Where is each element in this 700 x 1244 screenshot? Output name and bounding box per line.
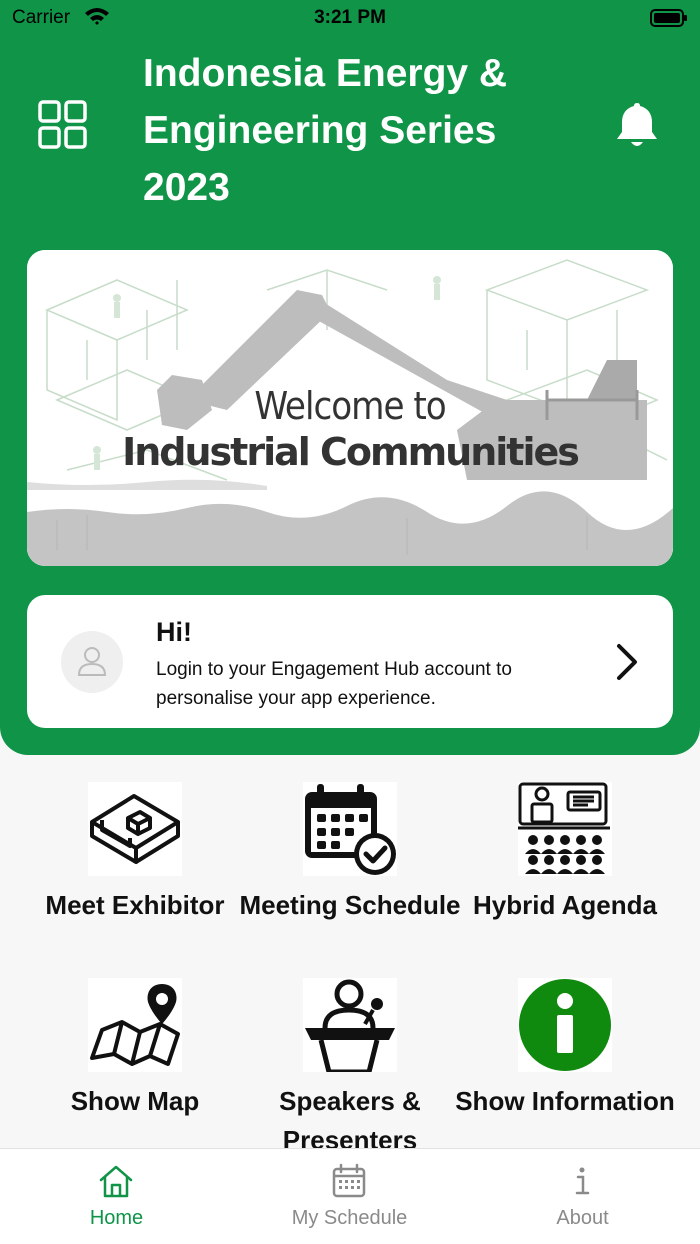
tab-my-schedule[interactable]: My Schedule: [233, 1149, 466, 1244]
meet-exhibitor-label: Meet Exhibitor: [45, 890, 225, 920]
tab-about[interactable]: About: [466, 1149, 699, 1244]
battery-icon: [650, 8, 688, 34]
map-pin-icon: [88, 978, 182, 1072]
chevron-right-icon[interactable]: [615, 642, 641, 687]
show-information-label: Show Information: [455, 1086, 675, 1116]
login-message: Login to your Engagement Hub account to …: [156, 659, 512, 709]
show-map-label: Show Map: [70, 1086, 200, 1116]
hybrid-agenda-label: Hybrid Agenda: [473, 890, 657, 920]
app-title: Indonesia Energy & Engineering Series 20…: [143, 52, 508, 209]
info-i-icon: [564, 1163, 600, 1204]
notification-bell-icon[interactable]: [614, 100, 660, 155]
avatar: [61, 631, 123, 693]
user-icon: [77, 647, 107, 676]
info-icon: [518, 978, 612, 1072]
tab-bar: Home My Schedule About: [0, 1148, 700, 1244]
meeting-schedule-label: Meeting Schedule: [239, 890, 461, 920]
login-card[interactable]: Hi! Login to your Engagement Hub account…: [27, 595, 673, 728]
banner-welcome-text: Welcome to: [254, 384, 446, 428]
home-icon: [98, 1163, 134, 1204]
clock: 3:21 PM: [314, 7, 386, 28]
booth-icon: [88, 782, 182, 876]
speaker-podium-icon: [303, 978, 397, 1072]
tab-about-label: About: [556, 1207, 609, 1229]
presentation-audience-icon: [518, 782, 612, 876]
grid-menu-icon[interactable]: [38, 100, 88, 155]
welcome-banner[interactable]: Welcome to Industrial Communities: [27, 250, 673, 566]
calendar-icon: [331, 1163, 367, 1204]
status-bar: Carrier 3:21 PM: [0, 0, 700, 36]
calendar-check-icon: [303, 782, 397, 876]
greeting-text: Hi!: [156, 617, 192, 647]
tab-home[interactable]: Home: [0, 1149, 233, 1244]
tab-home-label: Home: [89, 1207, 144, 1229]
tab-my-schedule-label: My Schedule: [291, 1207, 408, 1229]
banner-community-text: Industrial Communities: [122, 430, 580, 474]
